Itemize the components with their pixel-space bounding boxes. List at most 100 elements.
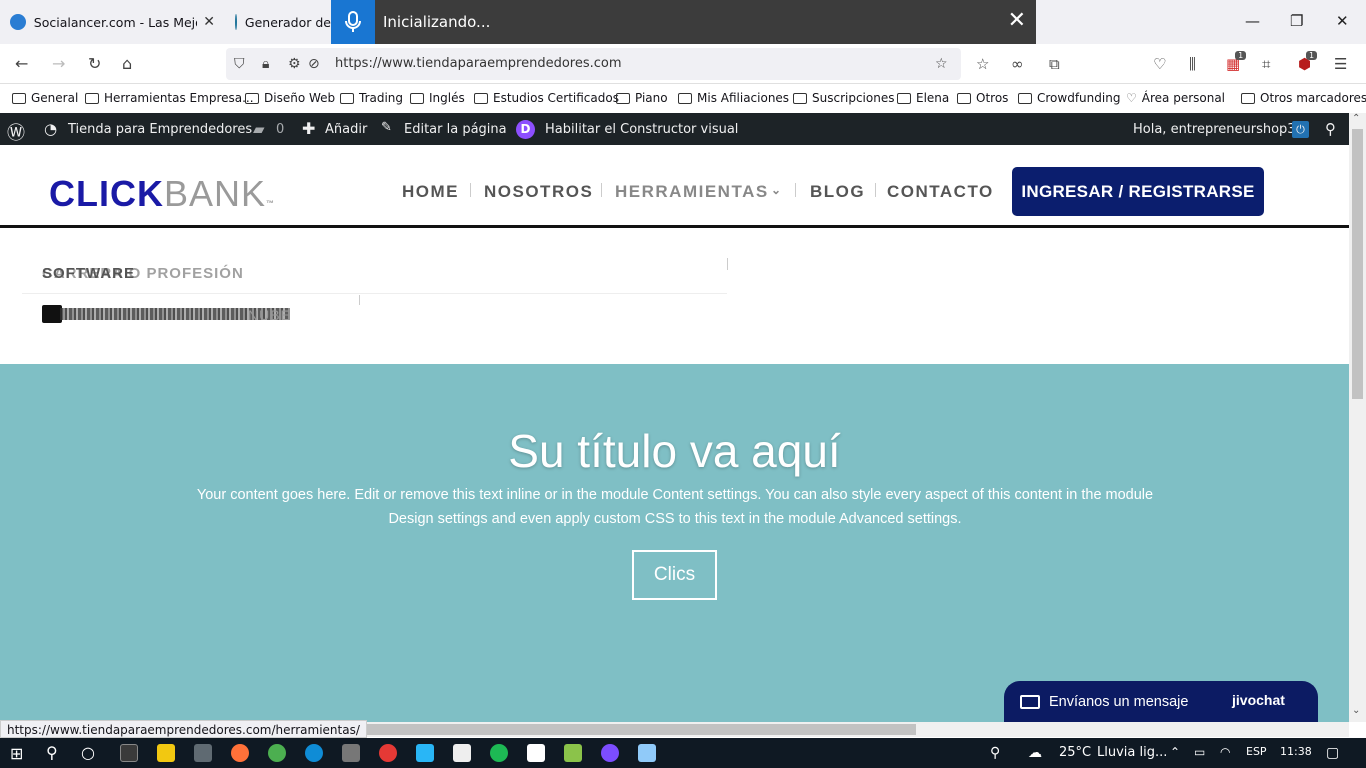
task-view-icon[interactable] xyxy=(120,744,138,762)
spotify-icon[interactable] xyxy=(490,744,508,762)
search-icon[interactable]: ⚲ xyxy=(46,743,58,762)
chat-widget[interactable]: Envíanos un mensaje jivochat xyxy=(1004,681,1318,722)
bookmark-folder[interactable]: Trading xyxy=(340,91,403,105)
app-purple-icon[interactable] xyxy=(601,744,619,762)
tab-generador[interactable]: Generador de xyxy=(235,0,331,44)
ublock-icon[interactable]: ⬢ 1 xyxy=(1298,51,1318,73)
folder-icon xyxy=(1241,92,1255,104)
settings-icon[interactable] xyxy=(342,744,360,762)
horizontal-scrollbar[interactable] xyxy=(320,722,1349,737)
close-icon[interactable]: ✕ xyxy=(1008,10,1026,32)
restore-icon[interactable]: ❐ xyxy=(1290,12,1303,30)
crop-icon[interactable]: ⌗ xyxy=(1262,55,1270,73)
bookmark-folder[interactable]: Elena xyxy=(897,91,949,105)
chevron-down-icon[interactable]: ⌄ xyxy=(771,183,783,197)
bookmark-folder[interactable]: Herramientas Empresa... xyxy=(85,91,254,105)
address-bar[interactable]: ⛉ 🔒︎ ⚙ ⊘ https://www.tiendaparaemprended… xyxy=(226,48,961,80)
menu-blog[interactable]: BLOG xyxy=(810,182,865,202)
menu-nosotros[interactable]: NOSOTROS xyxy=(484,182,593,202)
weather-cloud-icon[interactable]: ☁ xyxy=(1028,745,1042,761)
shield-icon[interactable]: ⛉ xyxy=(234,56,245,72)
bookmark-folder[interactable]: Piano xyxy=(616,91,668,105)
bookmark-folder[interactable]: Mis Afiliaciones xyxy=(678,91,789,105)
url-text[interactable]: https://www.tiendaparaemprendedores.com xyxy=(335,56,622,71)
scrollbar-thumb[interactable] xyxy=(1352,129,1363,399)
home-icon[interactable]: ⌂ xyxy=(122,54,132,73)
chevron-up-icon[interactable]: ⌃ xyxy=(1170,745,1180,759)
cortana-icon[interactable]: ○ xyxy=(81,743,95,762)
weather-description[interactable]: Lluvia lig... xyxy=(1097,745,1167,760)
close-window-icon[interactable]: ✕ xyxy=(1336,12,1349,30)
menu-home[interactable]: HOME xyxy=(402,182,459,202)
vertical-scrollbar[interactable]: ⌃ ⌄ xyxy=(1349,113,1366,722)
login-register-button[interactable]: INGRESAR / REGISTRARSE xyxy=(1012,167,1264,216)
wordpress-logo-icon[interactable]: Ⓦ xyxy=(7,119,25,145)
comment-icon[interactable]: ▰ xyxy=(253,120,265,138)
submenu-item-tail[interactable]: NUBE xyxy=(248,307,291,323)
power-icon[interactable]: ⏻ xyxy=(1292,121,1309,138)
bookmark-folder[interactable]: Diseño Web xyxy=(245,91,335,105)
addon-red-icon[interactable]: ▦ 1 xyxy=(1226,51,1247,73)
pdf-icon[interactable] xyxy=(453,744,471,762)
notion-icon[interactable] xyxy=(527,744,545,762)
lock-icon[interactable]: 🔒︎ xyxy=(262,56,269,72)
microphone-icon[interactable] xyxy=(331,0,375,44)
windows-start-icon[interactable]: ⊞ xyxy=(10,744,23,763)
close-tab-icon[interactable]: ✕ xyxy=(203,14,215,30)
search-icon[interactable]: ⚲ xyxy=(1325,120,1336,138)
bookmark-folder[interactable]: Otros xyxy=(957,91,1008,105)
bookmark-folder[interactable]: Suscripciones xyxy=(793,91,894,105)
scrollbar-thumb[interactable] xyxy=(320,724,916,735)
menu-contacto[interactable]: CONTACTO xyxy=(887,182,994,202)
permissions-icon[interactable]: ⚙ xyxy=(288,56,301,72)
chrome-icon[interactable] xyxy=(268,744,286,762)
calculator-icon[interactable] xyxy=(194,744,212,762)
telegram-icon[interactable] xyxy=(416,744,434,762)
extension-glasses-icon[interactable]: ∞ xyxy=(1011,55,1024,73)
clickbank-logo[interactable]: CLICKBANK™ xyxy=(49,173,275,215)
firefox-icon[interactable] xyxy=(231,744,249,762)
app-green-icon[interactable] xyxy=(564,744,582,762)
menu-separator xyxy=(601,183,602,197)
extensions-icon[interactable]: ⧉ xyxy=(1049,55,1060,73)
file-explorer-icon[interactable] xyxy=(157,744,175,762)
bookmark-folder[interactable]: Crowdfunding xyxy=(1018,91,1120,105)
reload-icon[interactable]: ↻ xyxy=(88,54,101,73)
forward-icon[interactable]: → xyxy=(52,54,65,73)
battery-icon[interactable]: ▭ xyxy=(1194,745,1205,759)
app-red-icon[interactable] xyxy=(379,744,397,762)
library-icon[interactable]: ⫼ xyxy=(1189,55,1196,73)
language-indicator[interactable]: ESP xyxy=(1246,745,1267,758)
clock[interactable]: 11:38 xyxy=(1280,745,1312,758)
wifi-icon[interactable]: ◠ xyxy=(1220,745,1230,759)
minimize-icon[interactable]: — xyxy=(1245,12,1260,30)
back-icon[interactable]: ← xyxy=(15,54,28,73)
people-icon[interactable]: ⚲ xyxy=(990,745,1000,761)
camera-blocked-icon[interactable]: ⊘ xyxy=(308,56,320,72)
bookmark-folder[interactable]: Inglés xyxy=(410,91,465,105)
notepad-icon[interactable] xyxy=(638,744,656,762)
site-name-link[interactable]: Tienda para Emprendedores xyxy=(68,122,252,137)
scroll-down-icon[interactable]: ⌄ xyxy=(1352,705,1360,716)
greeting-link[interactable]: Hola, entrepreneurshop33 xyxy=(1133,122,1304,137)
notifications-icon[interactable]: ▢ xyxy=(1326,745,1339,761)
add-new-link[interactable]: Añadir xyxy=(325,122,367,137)
reading-list-icon[interactable]: ☆ xyxy=(976,55,989,73)
comments-count[interactable]: 0 xyxy=(276,122,284,137)
pocket-icon[interactable]: ♡ xyxy=(1153,55,1166,73)
bookmark-folder[interactable]: Estudios Certificados xyxy=(474,91,619,105)
weather-temperature[interactable]: 25°C xyxy=(1059,745,1091,760)
mega-menu-heading-carrera[interactable]: CARRERA O PROFESIÓN xyxy=(42,265,244,282)
scroll-up-icon[interactable]: ⌃ xyxy=(1352,113,1360,124)
tab-socialancer[interactable]: Socialancer.com - Las Mejores H ✕ xyxy=(10,0,215,44)
menu-herramientas[interactable]: HERRAMIENTAS xyxy=(615,182,769,202)
bookmark-star-icon[interactable]: ☆ xyxy=(935,56,948,72)
bookmark-folder[interactable]: General xyxy=(12,91,78,105)
edge-icon[interactable] xyxy=(305,744,323,762)
divi-builder-link[interactable]: Habilitar el Constructor visual xyxy=(545,122,738,137)
menu-icon[interactable]: ☰ xyxy=(1334,55,1347,73)
hero-cta-button[interactable]: Clics xyxy=(632,550,717,600)
bookmark-folder[interactable]: Otros marcadores xyxy=(1241,91,1366,105)
bookmark-link[interactable]: ♡ Área personal xyxy=(1126,91,1225,105)
edit-page-link[interactable]: Editar la página xyxy=(404,122,507,137)
